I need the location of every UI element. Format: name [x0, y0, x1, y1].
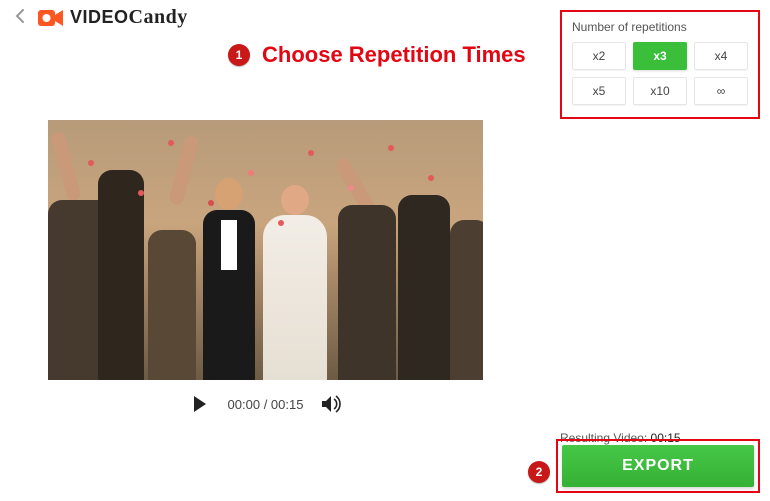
repetition-option[interactable]: x10 — [633, 77, 687, 105]
repetition-option[interactable]: x5 — [572, 77, 626, 105]
annotation-choose-repetition: 1 Choose Repetition Times — [228, 42, 526, 68]
annotation-export: 2 — [528, 461, 550, 483]
repetition-option[interactable]: ∞ — [694, 77, 748, 105]
time-display: 00:00 / 00:15 — [228, 397, 304, 412]
logo: VIDEOCandy — [38, 6, 188, 29]
repetition-option[interactable]: x3 — [633, 42, 687, 70]
logo-text: VIDEOCandy — [70, 6, 188, 29]
player-controls: 00:00 / 00:15 — [48, 380, 483, 418]
play-button[interactable] — [186, 390, 214, 418]
video-preview[interactable] — [48, 120, 483, 380]
repetition-panel: Number of repetitions x2x3x4 x5x10∞ — [560, 10, 760, 119]
export-box: EXPORT — [556, 439, 760, 493]
export-button[interactable]: EXPORT — [562, 445, 754, 487]
video-panel: 00:00 / 00:15 — [48, 120, 483, 418]
repetition-option[interactable]: x4 — [694, 42, 748, 70]
annotation-label-1: Choose Repetition Times — [262, 42, 526, 68]
repetition-box: Number of repetitions x2x3x4 x5x10∞ — [560, 10, 760, 119]
repetition-option[interactable]: x2 — [572, 42, 626, 70]
back-button[interactable] — [10, 7, 30, 28]
annotation-number-1: 1 — [228, 44, 250, 66]
volume-button[interactable] — [317, 390, 345, 418]
camera-icon — [38, 8, 64, 28]
annotation-number-2: 2 — [528, 461, 550, 483]
repetition-title: Number of repetitions — [572, 20, 748, 34]
